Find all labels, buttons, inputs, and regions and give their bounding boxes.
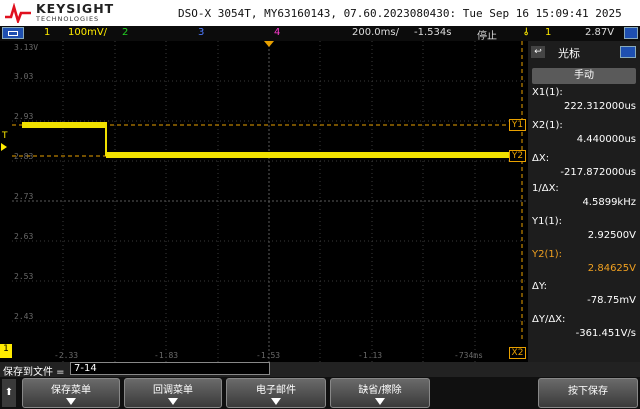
y2-label: Y2(1): <box>532 249 563 260</box>
ch4-number[interactable]: 4 <box>274 27 280 38</box>
run-state[interactable]: 停止 <box>477 27 497 42</box>
default-erase-label: 缺省/擦除 <box>358 385 402 396</box>
volt-label: 3.13V <box>14 43 39 52</box>
trigger-level[interactable]: 2.87V <box>585 27 614 38</box>
volt-label: 3.03 <box>14 72 34 81</box>
waveform-display[interactable]: 3.13V 3.03 2.93 2.83 2.73 2.63 2.53 2.43… <box>12 41 526 362</box>
save-to-file-label: 保存到文件 = <box>3 367 65 378</box>
display-menu-icon[interactable] <box>2 27 24 39</box>
email-button[interactable]: 电子邮件 <box>226 378 326 408</box>
down-arrow-icon <box>66 398 76 405</box>
down-arrow-icon <box>375 398 385 405</box>
cursor-mode-button[interactable]: 手动 <box>532 68 636 84</box>
cursor-y2-tag[interactable]: Y2 <box>509 150 526 162</box>
inv-dx-label: 1/ΔX: <box>532 183 559 194</box>
ch3-number[interactable]: 3 <box>198 27 204 38</box>
cursor-panel: ↩ 光标 手动 X1(1): 222.312000us X2(1): 4.440… <box>528 41 640 362</box>
down-arrow-icon <box>168 398 178 405</box>
volt-label: 2.93 <box>14 112 34 121</box>
ch2-number[interactable]: 2 <box>122 27 128 38</box>
brand-name: KEYSIGHT <box>36 1 115 16</box>
volt-label: 2.73 <box>14 192 34 201</box>
time-label: -734ms <box>454 351 483 360</box>
time-label: -1.83 <box>154 351 179 360</box>
press-save-label: 按下保存 <box>568 386 608 397</box>
cursor-y1-tag[interactable]: Y1 <box>509 119 526 131</box>
keysight-logo-icon <box>5 3 31 23</box>
save-menu-button[interactable]: 保存菜单 <box>22 378 120 408</box>
brand-subtitle: TECHNOLOGIES <box>36 15 100 23</box>
y2-value[interactable]: 2.84625V <box>532 263 636 274</box>
x2-label: X2(1): <box>532 120 563 131</box>
up-arrow-icon[interactable]: ⬆ <box>2 379 16 407</box>
recall-menu-label: 回调菜单 <box>153 385 193 396</box>
ch1-waveform <box>22 122 518 158</box>
trigger-edge-icon: ⫰ <box>524 27 529 38</box>
dx-label: ΔX: <box>532 153 550 164</box>
x1-label: X1(1): <box>532 87 563 98</box>
trigger-channel[interactable]: 1 <box>545 27 551 38</box>
dy-value: -78.75mV <box>587 295 636 306</box>
trigger-position-marker[interactable] <box>264 41 274 47</box>
time-label: -1.13 <box>358 351 383 360</box>
dy-dx-value: -361.451V/s <box>575 328 636 339</box>
ch1-ground-marker[interactable]: 1 <box>0 344 12 358</box>
save-to-file-value[interactable]: 7-14 <box>70 362 270 375</box>
x2-value[interactable]: 4.440000us <box>532 134 636 145</box>
time-label: -2.33 <box>54 351 79 360</box>
volt-label: 2.83 <box>14 152 34 161</box>
ch1-number[interactable]: 1 <box>44 27 50 38</box>
save-to-file-line: 保存到文件 = 7-14 <box>0 362 640 378</box>
volt-label: 2.43 <box>14 312 34 321</box>
panel-menu-icon[interactable] <box>620 46 636 58</box>
dy-label: ΔY: <box>532 281 547 292</box>
trigger-level-marker[interactable]: T <box>2 131 8 141</box>
dx-value: -217.872000us <box>560 167 636 178</box>
default-erase-button[interactable]: 缺省/擦除 <box>330 378 430 408</box>
panel-back-icon[interactable]: ↩ <box>531 46 545 58</box>
timebase-scale[interactable]: 200.0ms/ <box>352 27 399 38</box>
dy-dx-label: ΔY/ΔX: <box>532 314 566 325</box>
x1-value[interactable]: 222.312000us <box>532 101 636 112</box>
email-label: 电子邮件 <box>256 385 296 396</box>
trigger-arrow-icon <box>1 143 7 151</box>
press-save-button[interactable]: 按下保存 <box>538 378 638 408</box>
inv-dx-value: 4.5899kHz <box>582 197 636 208</box>
panel-title: 光标 <box>558 47 580 60</box>
time-label: -1.53 <box>256 351 281 360</box>
y1-label: Y1(1): <box>532 216 563 227</box>
volt-label: 2.63 <box>14 232 34 241</box>
volt-label: 2.53 <box>14 272 34 281</box>
channel-bar: 1 100mV/ 2 3 4 200.0ms/ -1.534s 停止 ⫰ 1 2… <box>0 26 640 42</box>
header-bar: KEYSIGHT TECHNOLOGIES DSO-X 3054T, MY631… <box>0 0 640 26</box>
down-arrow-icon <box>271 398 281 405</box>
ch1-scale[interactable]: 100mV/ <box>68 27 107 38</box>
recall-menu-button[interactable]: 回调菜单 <box>124 378 222 408</box>
save-menu-label: 保存菜单 <box>51 385 91 396</box>
cursor-x2-tag[interactable]: X2 <box>509 347 526 359</box>
scroll-right-icon[interactable] <box>624 27 638 39</box>
device-info: DSO-X 3054T, MY63160143, 07.60.202308043… <box>178 7 622 20</box>
time-delay[interactable]: -1.534s <box>414 27 451 38</box>
y1-value[interactable]: 2.92500V <box>532 230 636 241</box>
